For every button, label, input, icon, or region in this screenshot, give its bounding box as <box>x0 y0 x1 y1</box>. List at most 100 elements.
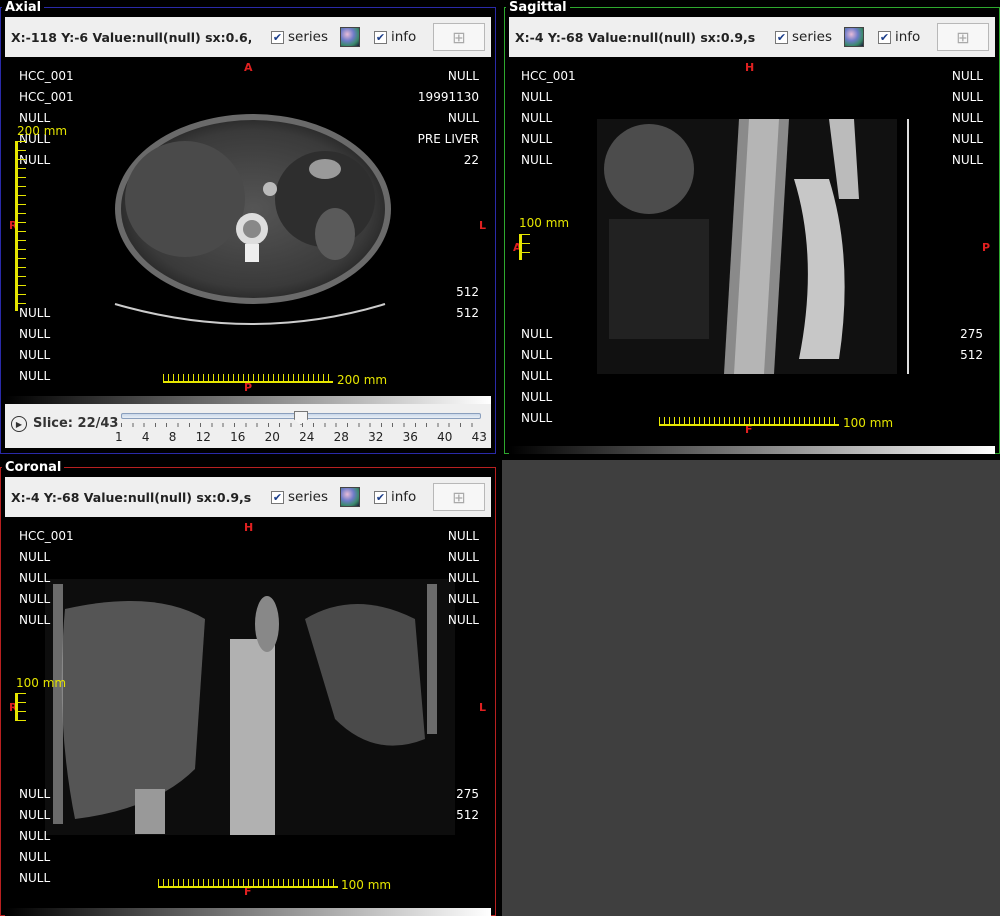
overlay-line: NULL <box>19 550 51 564</box>
overlay-line: NULL <box>19 327 51 341</box>
overlay-line: 275 <box>960 327 983 341</box>
axial-overlay-top-left: HCC_001 HCC_001 NULL NULL NULL <box>19 66 74 171</box>
overlay-line: NULL <box>521 369 553 383</box>
overlay-line: NULL <box>521 411 553 425</box>
sagittal-scale-bar-vertical <box>519 234 530 260</box>
coronal-viewer[interactable]: Coronal X:-4 Y:-68 Value:null(null) sx:0… <box>0 460 496 916</box>
sagittal-series-label: series <box>792 29 832 45</box>
slice-label: Slice: 22/43 <box>33 416 119 431</box>
color-lut-icon[interactable] <box>339 27 360 47</box>
overlay-line: 512 <box>456 808 479 822</box>
overlay-line: NULL <box>521 90 553 104</box>
overlay-line: NULL <box>447 571 479 585</box>
empty-viewport <box>502 460 1000 916</box>
axial-title: Axial <box>2 0 45 15</box>
axial-scale-label-horizontal: 200 mm <box>337 373 388 387</box>
axial-scale-label-vertical: 200 mm <box>17 124 68 138</box>
overlay-line: NULL <box>951 111 983 125</box>
coronal-overlay-bottom-left: NULL NULL NULL NULL NULL <box>19 784 50 889</box>
coronal-ct-svg <box>45 579 455 835</box>
coronal-series-label: series <box>288 489 328 505</box>
checkmark-icon[interactable]: ✔ <box>373 490 387 504</box>
slice-tick: 12 <box>195 430 211 444</box>
coronal-series-toggle[interactable]: ✔ series <box>271 489 328 505</box>
slice-tick: 24 <box>299 430 315 444</box>
sagittal-title: Sagittal <box>506 0 570 15</box>
axial-orient-right: L <box>478 219 486 232</box>
axial-viewer[interactable]: Axial X:-118 Y:-6 Value:null(null) sx:0.… <box>0 0 496 454</box>
axial-info-toggle[interactable]: ✔ info <box>373 29 417 45</box>
coronal-overlay-top-left: HCC_001 NULL NULL NULL NULL <box>19 526 74 631</box>
coronal-info-toggle[interactable]: ✔ info <box>373 489 417 505</box>
sagittal-toolbar: X:-4 Y:-68 Value:null(null) sx:0.9,sy:0.… <box>509 17 995 57</box>
overlay-line: NULL <box>521 132 553 146</box>
coronal-orient-right: L <box>478 701 486 714</box>
overlay-line: 19991130 <box>417 90 479 104</box>
sagittal-coords-readout: X:-4 Y:-68 Value:null(null) sx:0.9,sy:0.… <box>515 29 755 45</box>
overlay-line: NULL <box>19 613 51 627</box>
overlay-line: NULL <box>447 69 479 83</box>
sagittal-ct-image <box>509 59 995 446</box>
checkmark-icon[interactable]: ✔ <box>271 490 284 504</box>
sagittal-window-ramp <box>509 446 995 454</box>
slice-tick: 36 <box>402 430 418 444</box>
overlay-line: NULL <box>951 69 983 83</box>
coronal-title: Coronal <box>2 460 65 475</box>
sagittal-overlay-bottom-right: 275 512 <box>960 324 983 366</box>
coronal-orient-top: H <box>244 521 254 534</box>
axial-toolbar: X:-118 Y:-6 Value:null(null) sx:0.6,sy:0… <box>5 17 491 57</box>
overlay-line: 512 <box>456 285 479 299</box>
overlay-line: NULL <box>19 153 51 167</box>
checkmark-icon[interactable]: ✔ <box>775 30 788 44</box>
axial-window-ramp <box>5 396 491 404</box>
axial-overlay-bottom-right: 512 512 <box>456 282 479 324</box>
overlay-line: PRE LIVER <box>417 132 479 146</box>
axial-layout-button[interactable]: ⊞ <box>433 23 485 51</box>
coronal-scale-bar-horizontal <box>158 878 338 888</box>
sagittal-image-area[interactable]: HCC_001 NULL NULL NULL NULL NULL NULL NU… <box>509 59 995 446</box>
color-lut-icon[interactable] <box>843 27 864 47</box>
axial-image-area[interactable]: HCC_001 HCC_001 NULL NULL NULL NULL 1999… <box>5 59 491 396</box>
slice-tick: 43 <box>471 430 487 444</box>
sagittal-layout-button[interactable]: ⊞ <box>937 23 989 51</box>
axial-scale-bar-vertical <box>15 141 26 311</box>
axial-overlay-top-right: NULL 19991130 NULL PRE LIVER 22 <box>418 66 479 171</box>
coronal-ct-image <box>5 519 491 908</box>
sagittal-info-toggle[interactable]: ✔ info <box>877 29 920 45</box>
sagittal-scale-bar-horizontal <box>659 416 839 426</box>
axial-series-toggle[interactable]: ✔ series <box>271 29 328 45</box>
sagittal-orient-right: P <box>981 241 990 254</box>
axial-scale-bar-horizontal <box>163 373 333 383</box>
sagittal-ct-svg <box>597 119 909 374</box>
overlay-line: NULL <box>951 153 983 167</box>
coronal-layout-button[interactable]: ⊞ <box>433 483 485 511</box>
checkmark-icon[interactable]: ✔ <box>271 30 284 44</box>
overlay-line: NULL <box>521 327 553 341</box>
play-icon[interactable]: ▶ <box>11 416 27 432</box>
grid-layout-icon: ⊞ <box>956 27 970 47</box>
coronal-info-label: info <box>390 489 417 505</box>
slice-tick: 1 <box>115 430 123 444</box>
axial-info-label: info <box>390 29 417 45</box>
slice-slider-track[interactable] <box>121 411 481 425</box>
coronal-image-area[interactable]: HCC_001 NULL NULL NULL NULL NULL NULL NU… <box>5 519 491 908</box>
color-lut-icon[interactable] <box>339 487 360 507</box>
coronal-overlay-top-right: NULL NULL NULL NULL NULL <box>448 526 479 631</box>
axial-coords-readout: X:-118 Y:-6 Value:null(null) sx:0.6,sy:0… <box>11 29 251 45</box>
overlay-line: NULL <box>19 871 51 885</box>
slice-tick: 8 <box>168 430 177 444</box>
sagittal-series-toggle[interactable]: ✔ series <box>775 29 832 45</box>
axial-series-label: series <box>288 29 328 45</box>
checkmark-icon[interactable]: ✔ <box>877 30 891 44</box>
overlay-line: NULL <box>19 829 51 843</box>
checkmark-icon[interactable]: ✔ <box>373 30 387 44</box>
sagittal-viewer[interactable]: Sagittal X:-4 Y:-68 Value:null(null) sx:… <box>504 0 1000 454</box>
overlay-line: NULL <box>19 348 51 362</box>
overlay-line: HCC_001 <box>521 69 576 83</box>
axial-orient-top: A <box>244 61 253 74</box>
sagittal-orient-top: H <box>745 61 755 74</box>
overlay-line: NULL <box>951 90 983 104</box>
overlay-line: NULL <box>951 132 983 146</box>
overlay-line: NULL <box>19 571 51 585</box>
coronal-window-ramp <box>5 908 491 916</box>
